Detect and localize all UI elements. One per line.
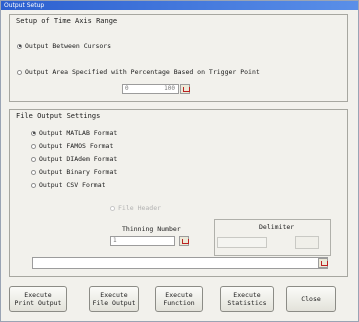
radio-on-icon [31, 130, 36, 136]
radio-format-binary[interactable]: Output Binary Format [31, 168, 117, 176]
file-output-group-title: File Output Settings [16, 112, 101, 120]
title-bar: Output Setup [1, 1, 358, 10]
window-title: Output Setup [4, 2, 45, 9]
output-setup-window: Output Setup Setup of Time Axis Range Ou… [0, 0, 359, 322]
execute-function-button[interactable]: Execute Function [155, 286, 203, 312]
delimiter-field[interactable] [217, 237, 267, 248]
execute-statistics-button[interactable]: Execute Statistics [220, 286, 274, 312]
radio-off-icon [17, 69, 22, 75]
file-header-checkbox[interactable]: File Header [110, 204, 161, 212]
folder-picker-icon[interactable] [318, 258, 328, 268]
radio-off-icon [31, 169, 36, 175]
thinning-number-label: Thinning Number [122, 225, 181, 233]
percent-picker-icon[interactable] [180, 84, 190, 94]
percent-range-field[interactable]: 0 100 [122, 84, 179, 94]
output-path-field[interactable] [32, 257, 328, 269]
delimiter-button[interactable] [295, 236, 319, 249]
thinning-picker-icon[interactable] [179, 236, 189, 246]
radio-output-percentage-trigger[interactable]: Output Area Specified with Percentage Ba… [17, 68, 260, 76]
radio-off-icon [31, 156, 36, 162]
close-button[interactable]: Close [286, 286, 336, 312]
execute-print-output-button[interactable]: Execute Print Output [9, 286, 67, 312]
radio-format-matlab[interactable]: Output MATLAB Format [31, 129, 117, 137]
time-axis-group-title: Setup of Time Axis Range [16, 17, 118, 25]
radio-off-icon [31, 143, 36, 149]
delimiter-label: Delimiter [259, 223, 295, 231]
radio-on-icon [17, 43, 22, 49]
radio-off-icon [31, 182, 36, 188]
thinning-number-field[interactable]: 1 [110, 236, 175, 246]
radio-format-famos[interactable]: Output FAMOS Format [31, 142, 113, 150]
checkbox-icon [110, 205, 115, 211]
radio-format-diadem[interactable]: Output DIAdem Format [31, 155, 117, 163]
execute-file-output-button[interactable]: Execute File Output [89, 286, 139, 312]
radio-output-between-cursors[interactable]: Output Between Cursors [17, 42, 111, 50]
radio-format-csv[interactable]: Output CSV Format [31, 181, 106, 189]
